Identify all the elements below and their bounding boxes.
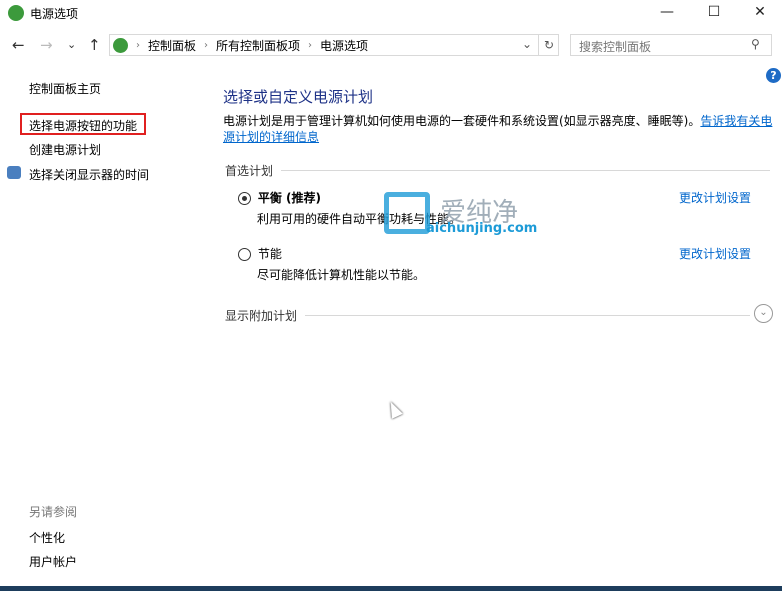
- help-icon[interactable]: ?: [766, 68, 781, 83]
- address-bar[interactable]: › 控制面板 › 所有控制面板项 › 电源选项: [109, 34, 559, 56]
- search-icon[interactable]: ⚲: [751, 37, 760, 51]
- recent-locations-button[interactable]: ⌄: [67, 38, 76, 51]
- plan-power-saver-desc: 尽可能降低计算机性能以节能。: [257, 268, 426, 282]
- expand-chevron-icon[interactable]: ⌄: [754, 304, 773, 323]
- change-plan-settings-power-saver[interactable]: 更改计划设置: [679, 245, 751, 262]
- close-button[interactable]: ✕: [737, 0, 782, 26]
- divider: [281, 170, 770, 171]
- preferred-plans-header: 首选计划: [225, 162, 770, 179]
- sidebar-item-home[interactable]: 控制面板主页: [29, 80, 101, 97]
- control-panel-icon: [113, 38, 128, 53]
- radio-power-saver[interactable]: [238, 248, 251, 261]
- page-title: 选择或自定义电源计划: [223, 88, 374, 106]
- mouse-cursor-icon: [385, 399, 403, 419]
- see-also-personalization[interactable]: 个性化: [29, 529, 65, 546]
- breadcrumb-control-panel[interactable]: 控制面板: [148, 37, 196, 54]
- forward-button[interactable]: →: [40, 36, 53, 54]
- refresh-button[interactable]: ↻: [538, 34, 559, 56]
- watermark-logo: [384, 192, 430, 234]
- up-button[interactable]: ↑: [88, 36, 101, 54]
- maximize-button[interactable]: ☐: [691, 0, 737, 26]
- see-also-title: 另请参阅: [29, 505, 78, 519]
- minimize-button[interactable]: —: [644, 0, 690, 26]
- sidebar-item-power-buttons[interactable]: 选择电源按钮的功能: [29, 117, 137, 134]
- see-also-user-accounts[interactable]: 用户帐户: [29, 553, 77, 570]
- change-plan-settings-balanced[interactable]: 更改计划设置: [679, 189, 751, 206]
- display-timer-icon: [7, 166, 21, 179]
- search-input[interactable]: 搜索控制面板: [570, 34, 772, 56]
- additional-plans-header[interactable]: 显示附加计划: [225, 307, 750, 324]
- breadcrumb-power-options[interactable]: 电源选项: [320, 37, 368, 54]
- power-options-app-icon: [8, 5, 24, 21]
- breadcrumb-all-items[interactable]: 所有控制面板项: [216, 37, 300, 54]
- plan-balanced[interactable]: 平衡 (推荐): [238, 189, 321, 206]
- divider: [305, 315, 750, 316]
- back-button[interactable]: ←: [12, 36, 25, 54]
- description: 电源计划是用于管理计算机如何使用电源的一套硬件和系统设置(如显示器亮度、睡眠等)…: [223, 114, 773, 144]
- plan-power-saver[interactable]: 节能: [238, 245, 282, 262]
- watermark-url: aichunjing.com: [426, 221, 538, 236]
- address-dropdown-icon[interactable]: ⌄: [522, 37, 532, 51]
- sidebar-item-display-off[interactable]: 选择关闭显示器的时间: [29, 166, 149, 183]
- taskbar-edge: [0, 586, 782, 591]
- radio-balanced[interactable]: [238, 192, 251, 205]
- sidebar-item-create-plan[interactable]: 创建电源计划: [29, 141, 101, 158]
- window-title: 电源选项: [30, 7, 79, 21]
